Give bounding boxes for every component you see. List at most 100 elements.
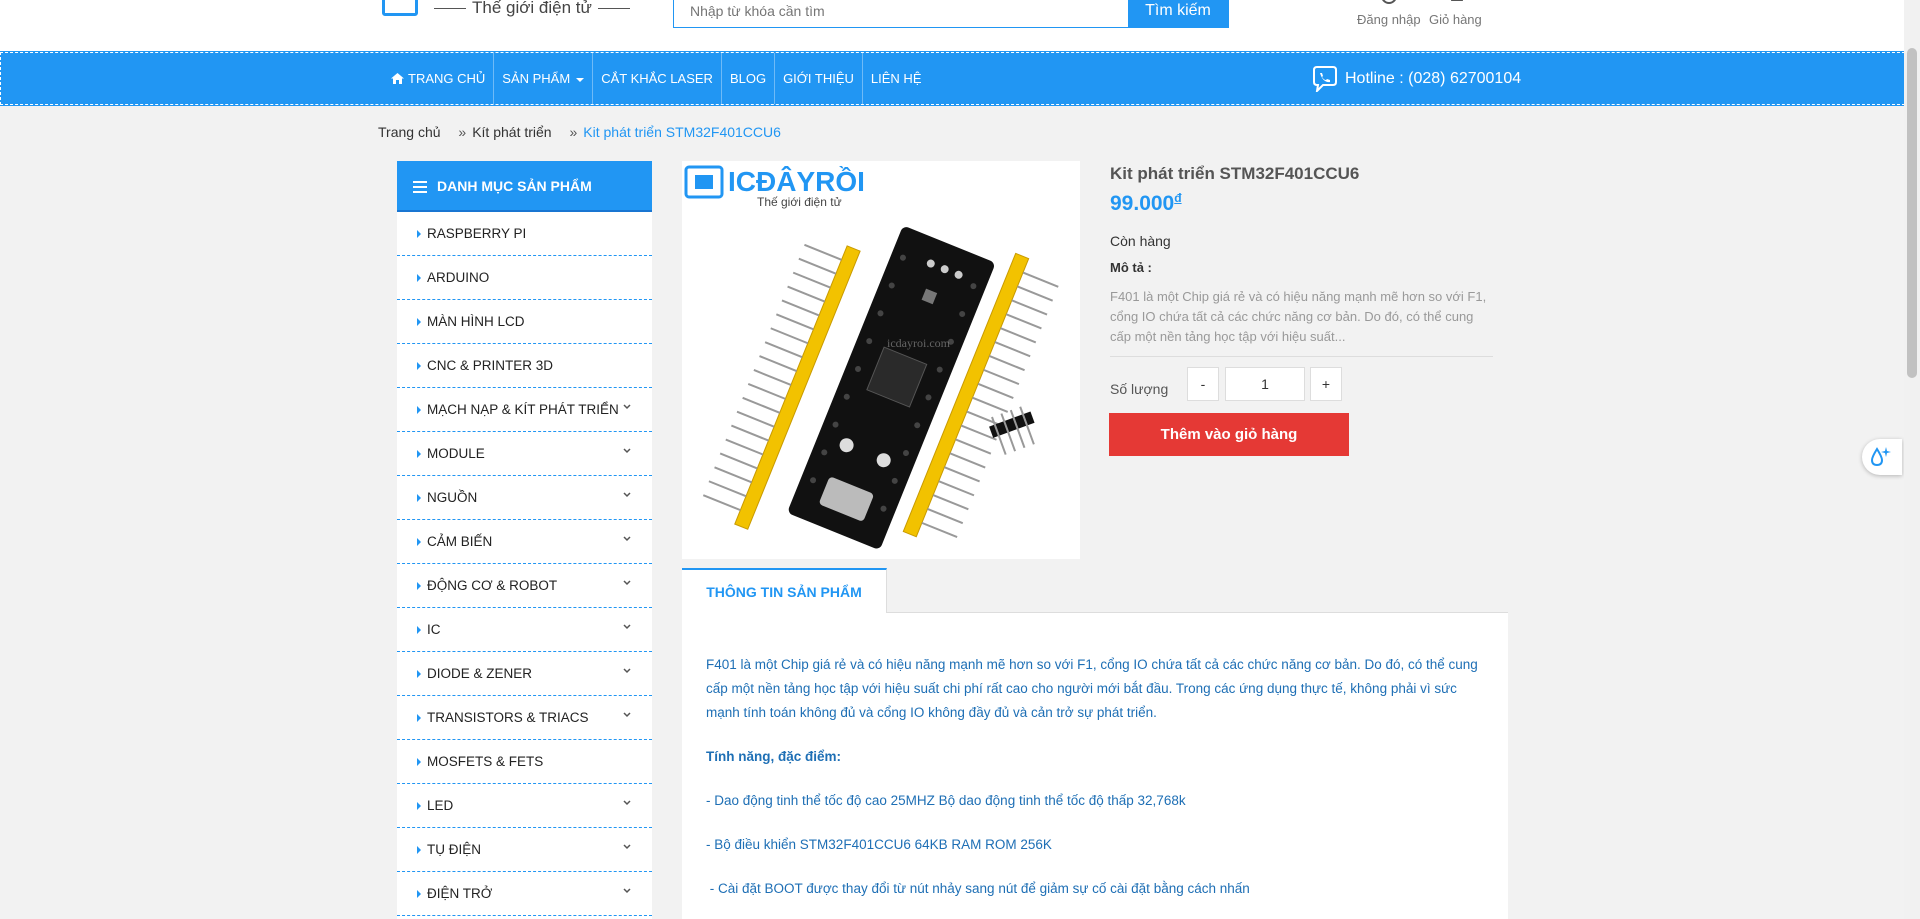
bullet-icon — [417, 362, 421, 370]
quantity-increase-button[interactable]: + — [1310, 367, 1342, 401]
bullet-icon — [417, 450, 421, 458]
sidebar-item-label: ĐỘNG CƠ & ROBOT — [427, 578, 558, 593]
menu-icon — [413, 178, 427, 196]
floating-widget[interactable] — [1862, 439, 1902, 475]
sidebar-item-diode[interactable]: DIODE & ZENER — [397, 652, 652, 696]
chevron-down-icon[interactable] — [622, 886, 632, 896]
phone-chat-icon — [1313, 65, 1337, 94]
sidebar-item-capacitors[interactable]: TỤ ĐIỆN — [397, 828, 652, 872]
page-scrollbar[interactable] — [1904, 0, 1920, 919]
chevron-down-icon[interactable] — [622, 490, 632, 500]
sidebar-item-mosfets[interactable]: MOSFETS & FETS — [397, 740, 652, 784]
login-label: Đăng nhập — [1357, 12, 1421, 27]
chevron-down-icon[interactable] — [622, 446, 632, 456]
sidebar-title: DANH MỤC SẢN PHẨM — [397, 161, 652, 212]
chevron-down-icon[interactable] — [622, 842, 632, 852]
sidebar-item-label: DIODE & ZENER — [427, 666, 533, 681]
sidebar-item-led[interactable]: LED — [397, 784, 652, 828]
sidebar-item-resistors[interactable]: ĐIỆN TRỞ — [397, 872, 652, 916]
sidebar-item-label: LED — [427, 798, 454, 813]
breadcrumb: Trang chủ » Kít phát triển » Kit phát triể… — [378, 124, 781, 140]
hotline-text: Hotline : (028) 62700104 — [1345, 70, 1522, 87]
nav-item-label: CẮT KHẮC LASER — [601, 71, 713, 86]
product-image[interactable]: ICĐÂYRỒI Thế giới điện tử icdayroi.com — [682, 161, 1080, 559]
info-intro: F401 là một Chip giá rẻ và có hiệu năng … — [706, 657, 1478, 720]
bullet-icon — [417, 714, 421, 722]
nav-item-label: LIÊN HỆ — [870, 71, 922, 86]
cart-label: Giỏ hàng — [1429, 12, 1482, 27]
sidebar-title-label: DANH MỤC SẢN PHẨM — [437, 178, 592, 194]
breadcrumb-current: Kit phát triển STM32F401CCU6 — [583, 124, 781, 140]
nav-item-label: BLOG — [729, 71, 767, 86]
search-button[interactable]: Tìm kiếm — [1128, 0, 1228, 28]
sidebar-item-module[interactable]: MODULE — [397, 432, 652, 476]
sidebar-item-cnc[interactable]: CNC & PRINTER 3D — [397, 344, 652, 388]
image-logo-text: ICĐÂYRỒI — [728, 166, 865, 197]
scrollbar-thumb[interactable] — [1907, 48, 1917, 378]
nav-item-home[interactable]: TRANG CHỦ — [383, 53, 495, 104]
search-input[interactable] — [674, 0, 1129, 27]
quantity-label: Số lượng — [1110, 381, 1169, 397]
breadcrumb-category[interactable]: Kít phát triển — [472, 124, 551, 140]
nav-item-about[interactable]: GIỚI THIỆU — [775, 53, 863, 104]
nav-item-products[interactable]: SẢN PHẨM — [494, 53, 594, 104]
cart-link[interactable]: Giỏ hàng — [1429, 0, 1482, 27]
feature-item: - Dao động tinh thể tốc độ cao 25MHZ Bộ … — [706, 793, 1186, 808]
search-bar: Tìm kiếm — [673, 0, 1229, 28]
sidebar-item-transistors[interactable]: TRANSISTORS & TRIACS — [397, 696, 652, 740]
nav-item-contact[interactable]: LIÊN HỆ — [863, 53, 930, 104]
chevron-down-icon[interactable] — [622, 578, 632, 588]
sidebar-item-lcd[interactable]: MÀN HÌNH LCD — [397, 300, 652, 344]
logo-tagline: Thế giới điện tử — [428, 0, 636, 18]
nav-item-blog[interactable]: BLOG — [722, 53, 776, 104]
sidebar-item-ic[interactable]: IC — [397, 608, 652, 652]
sidebar-item-label: MODULE — [427, 446, 485, 461]
sidebar-item-sensors[interactable]: CẢM BIẾN — [397, 520, 652, 564]
sidebar-item-label: MẠCH NẠP & KÍT PHÁT TRIỂN — [427, 402, 619, 417]
sidebar-item-motors-robot[interactable]: ĐỘNG CƠ & ROBOT — [397, 564, 652, 608]
chevron-down-icon[interactable] — [622, 798, 632, 808]
sidebar-item-raspberry-pi[interactable]: RASPBERRY PI — [397, 212, 652, 256]
caret-down-icon — [576, 77, 585, 82]
bullet-icon — [417, 890, 421, 898]
chevron-down-icon[interactable] — [622, 402, 632, 412]
chevron-down-icon[interactable] — [622, 710, 632, 720]
sidebar-item-label: TỤ ĐIỆN — [427, 842, 481, 857]
chevron-down-icon[interactable] — [622, 534, 632, 544]
price-value: 99.000 — [1110, 192, 1175, 215]
chip-logo-icon — [382, 0, 418, 16]
currency-symbol: đ — [1174, 191, 1182, 205]
sidebar-item-label: MOSFETS & FETS — [427, 754, 544, 769]
breadcrumb-home[interactable]: Trang chủ — [378, 124, 441, 140]
stock-status: Còn hàng — [1110, 233, 1171, 249]
sidebar-item-label: ĐIỆN TRỞ — [427, 886, 493, 901]
dev-board-illustration: ICĐÂYRỒI Thế giới điện tử icdayroi.com — [684, 165, 1059, 549]
top-header: Thế giới điện tử Tìm kiếm Đăng nhập Giỏ … — [0, 0, 1920, 52]
nav-item-laser[interactable]: CẮT KHẮC LASER — [593, 53, 722, 104]
chevron-down-icon[interactable] — [622, 666, 632, 676]
nav-item-label: GIỚI THIỆU — [783, 71, 854, 86]
bullet-icon — [417, 582, 421, 590]
sidebar-item-label: TRANSISTORS & TRIACS — [427, 710, 589, 725]
login-link[interactable]: Đăng nhập — [1357, 0, 1421, 27]
site-logo[interactable]: Thế giới điện tử — [380, 0, 650, 26]
sidebar-item-label: NGUỒN — [427, 490, 478, 505]
product-tabs: THÔNG TIN SẢN PHẨM — [682, 568, 1508, 614]
sidebar-item-programmer-kits[interactable]: MẠCH NẠP & KÍT PHÁT TRIỂN — [397, 388, 652, 432]
bullet-icon — [417, 406, 421, 414]
bullet-icon — [417, 494, 421, 502]
image-logo-tagline: Thế giới điện tử — [757, 195, 842, 209]
quantity-decrease-button[interactable]: - — [1187, 367, 1219, 401]
short-description: F401 là một Chip giá rẻ và có hiệu năng … — [1110, 289, 1487, 344]
tab-product-info[interactable]: THÔNG TIN SẢN PHẨM — [682, 568, 887, 614]
add-to-cart-button[interactable]: Thêm vào giỏ hàng — [1109, 413, 1349, 456]
bullet-icon — [417, 758, 421, 766]
quantity-input[interactable]: 1 — [1225, 367, 1305, 401]
product-info-panel: F401 là một Chip giá rẻ và có hiệu năng … — [682, 613, 1508, 919]
sparkle-drop-icon — [1870, 447, 1891, 467]
sidebar-item-power[interactable]: NGUỒN — [397, 476, 652, 520]
sidebar-item-arduino[interactable]: ARDUINO — [397, 256, 652, 300]
category-sidebar: DANH MỤC SẢN PHẨM RASPBERRY PI ARDUINO M… — [397, 161, 652, 919]
hotline[interactable]: Hotline : (028) 62700104 — [1311, 53, 1521, 104]
chevron-down-icon[interactable] — [622, 622, 632, 632]
